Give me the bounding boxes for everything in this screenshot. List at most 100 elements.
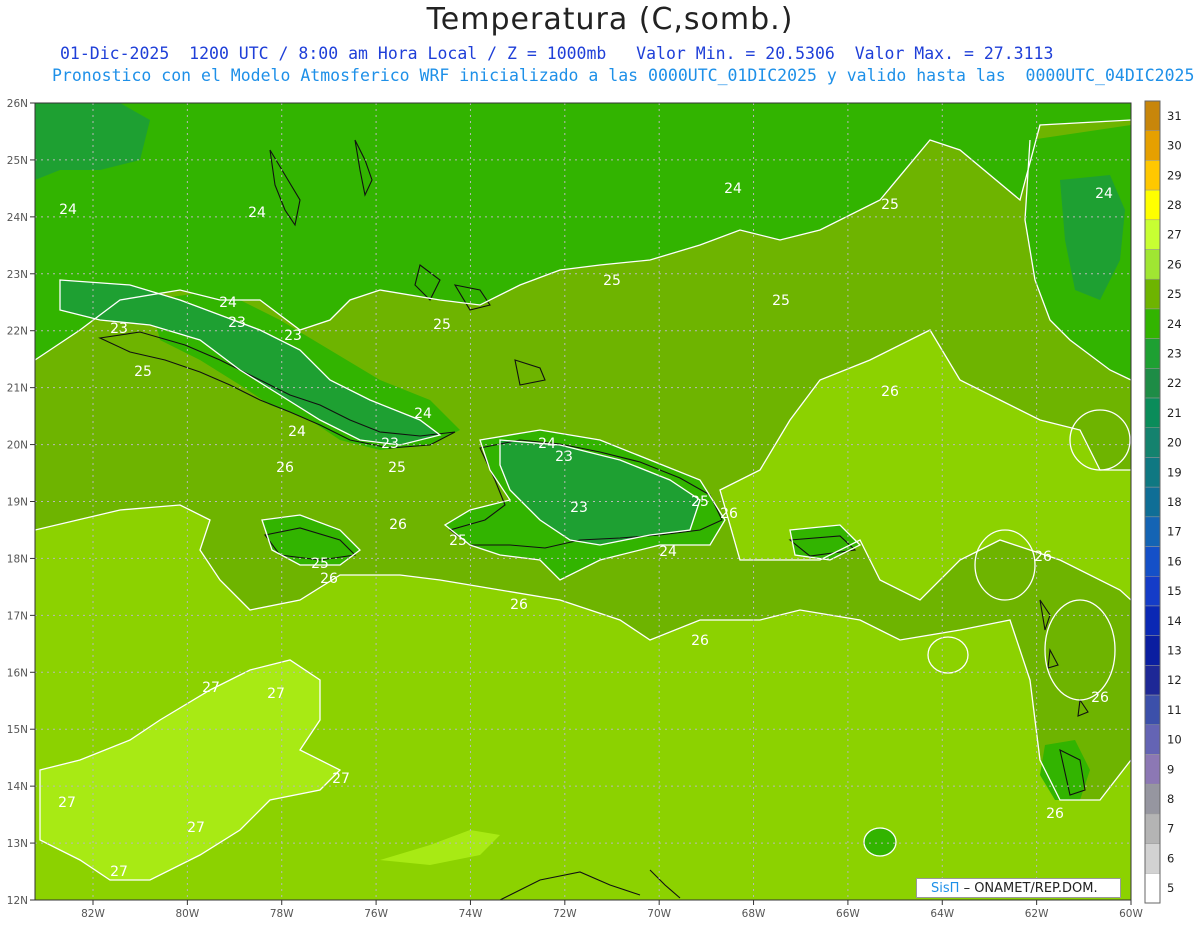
colorbar-label: 11 [1167, 703, 1182, 717]
colorbar-swatch [1144, 516, 1161, 547]
colorbar-label: 8 [1167, 792, 1174, 806]
contour-label: 26 [276, 460, 294, 476]
contour-label: 24 [414, 406, 432, 422]
lat-tick-label: 19N [7, 497, 28, 509]
contour-label: 25 [311, 556, 329, 572]
lon-tick-label: 80W [175, 908, 199, 920]
lat-tick-label: 13N [7, 838, 28, 850]
colorbar-swatch [1144, 368, 1161, 399]
lon-tick-label: 62W [1025, 908, 1049, 920]
lon-tick-label: 82W [81, 908, 105, 920]
contour-label: 24 [288, 424, 306, 440]
lat-tick-label: 23N [7, 269, 28, 281]
contour-label: 23 [381, 436, 399, 452]
colorbar-swatch [1144, 278, 1161, 310]
colorbar-label: 19 [1167, 465, 1182, 479]
colorbar-label: 28 [1167, 198, 1182, 212]
contour-label: 26 [320, 571, 338, 587]
lon-tick-label: 74W [459, 908, 483, 920]
colorbar-label: 9 [1167, 762, 1174, 776]
contour-label: 27 [58, 795, 76, 811]
lon-tick-label: 64W [930, 908, 954, 920]
contour-label: 25 [881, 197, 899, 213]
longitude-labels: 82W 80W 78W 76W 74W 72W 70W 68W 66W 64W 62W 60W [81, 900, 1143, 920]
colorbar-swatch [1144, 605, 1161, 636]
colorbar-label: 20 [1167, 436, 1182, 450]
contour-label: 25 [449, 533, 467, 549]
colorbar-swatch [1144, 635, 1161, 666]
contour-label: 27 [267, 686, 285, 702]
colorbar-label: 26 [1167, 257, 1182, 271]
lon-tick-label: 78W [270, 908, 294, 920]
colorbar-swatch [1144, 813, 1161, 844]
colorbar-swatch [1144, 338, 1161, 369]
lon-tick-label: 70W [647, 908, 671, 920]
contour-label: 23 [284, 328, 302, 344]
colorbar-label: 30 [1167, 139, 1182, 153]
contour-label: 23 [228, 315, 246, 331]
colorbar-label: 13 [1167, 644, 1182, 658]
lat-tick-label: 22N [7, 326, 28, 338]
contour-label: 24 [659, 544, 677, 560]
colorbar-label: 5 [1167, 881, 1174, 895]
lat-tick-label: 15N [7, 724, 28, 736]
colorbar-label: 14 [1167, 614, 1182, 628]
colorbar-label: 27 [1167, 228, 1182, 242]
colorbar-swatch [1144, 457, 1161, 488]
colorbar-swatch [1144, 160, 1161, 191]
contour-label: 27 [332, 771, 350, 787]
colorbar-swatch [1144, 189, 1161, 221]
contour-label: 27 [187, 820, 205, 836]
contour-label: 23 [555, 449, 573, 465]
contour-label: 25 [772, 293, 790, 309]
contour-label: 25 [134, 364, 152, 380]
colorbar-legend: 31 30 29 28 27 26 25 24 23 22 21 20 19 18 17 16 15 14 13 12… [1144, 100, 1182, 904]
colorbar-label: 24 [1167, 317, 1182, 331]
colorbar-swatch [1144, 100, 1161, 131]
colorbar-label: 15 [1167, 584, 1182, 598]
contour-label: 26 [720, 506, 738, 522]
lon-tick-label: 76W [364, 908, 388, 920]
colorbar-swatch [1144, 486, 1161, 518]
colorbar-label: 6 [1167, 851, 1174, 865]
lon-tick-label: 72W [553, 908, 577, 920]
contour-label: 24 [724, 181, 742, 197]
lon-tick-label: 60W [1119, 908, 1143, 920]
credit-text: – ONAMET/REP.DOM. [963, 881, 1098, 896]
colorbar-label: 18 [1167, 495, 1182, 509]
colorbar-swatch [1144, 576, 1161, 607]
contour-label: 26 [389, 517, 407, 533]
lat-tick-label: 18N [7, 553, 28, 565]
contour-label: 26 [881, 384, 899, 400]
contour-label: 24 [219, 295, 237, 311]
colorbar-swatch [1144, 665, 1161, 696]
colorbar-label: 31 [1167, 109, 1182, 123]
colorbar-swatch [1144, 843, 1161, 874]
contour-label: 24 [1095, 186, 1113, 202]
colorbar-swatch [1144, 546, 1161, 577]
contour-label: 24 [538, 436, 556, 452]
colorbar-swatch [1144, 783, 1161, 815]
lat-tick-label: 26N [7, 98, 28, 110]
lon-tick-label: 68W [742, 908, 766, 920]
lon-tick-label: 66W [836, 908, 860, 920]
colorbar-label: 22 [1167, 376, 1182, 390]
colorbar-swatch [1144, 754, 1161, 785]
colorbar-label: 12 [1167, 673, 1182, 687]
contour-label: 25 [691, 494, 709, 510]
contour-label: 24 [248, 205, 266, 221]
lat-tick-label: 16N [7, 667, 28, 679]
colorbar-swatch [1144, 308, 1161, 339]
lat-tick-label: 14N [7, 781, 28, 793]
colorbar-swatch [1144, 427, 1161, 458]
lat-tick-label: 20N [7, 440, 28, 452]
lat-tick-label: 12N [7, 895, 28, 907]
latitude-labels: 26N 25N 24N 23N 22N 21N 20N 19N 18N 17N 16N 15N 14N 1… [7, 98, 35, 907]
contour-label: 27 [110, 864, 128, 880]
credit-brand: SisΠ [931, 881, 960, 896]
credit-box: SisΠ – ONAMET/REP.DOM. [916, 878, 1121, 898]
contour-label: 23 [570, 500, 588, 516]
colorbar-label: 25 [1167, 287, 1182, 301]
colorbar-label: 21 [1167, 406, 1182, 420]
lat-tick-label: 25N [7, 155, 28, 167]
